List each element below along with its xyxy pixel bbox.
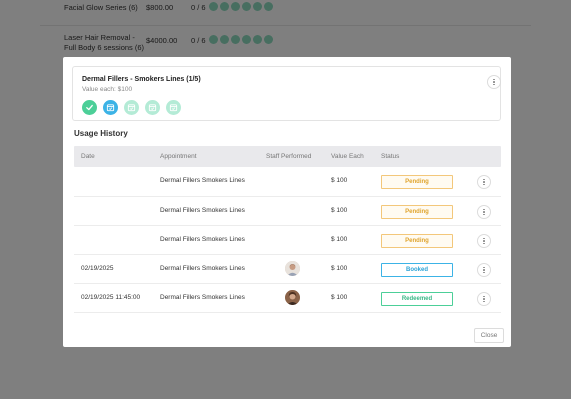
calendar-icon bbox=[103, 100, 118, 115]
table-header: Date Appointment Staff Performed Value E… bbox=[74, 146, 501, 167]
table-row: 02/19/2025 Dermal Fillers Smokers Lines … bbox=[74, 255, 501, 284]
session-icons bbox=[82, 100, 181, 115]
more-vertical-icon bbox=[483, 178, 485, 186]
row-appointment: Dermal Fillers Smokers Lines bbox=[160, 265, 245, 272]
column-header-status: Status bbox=[381, 153, 400, 160]
row-date: 02/19/2025 bbox=[81, 265, 114, 272]
table-row: Dermal Fillers Smokers Lines $ 100 Pendi… bbox=[74, 226, 501, 255]
row-more-button[interactable] bbox=[477, 263, 491, 277]
check-icon bbox=[82, 100, 97, 115]
column-header-value: Value Each bbox=[331, 153, 364, 160]
staff-avatar bbox=[285, 290, 300, 305]
package-value-each: Value each: $100 bbox=[82, 86, 133, 93]
more-vertical-icon bbox=[483, 208, 485, 216]
status-badge: Pending bbox=[381, 205, 453, 219]
package-card: Dermal Fillers - Smokers Lines (1/5) Val… bbox=[72, 66, 501, 121]
row-appointment: Dermal Fillers Smokers Lines bbox=[160, 236, 245, 243]
table-row: 02/19/2025 11:45:00 Dermal Fillers Smoke… bbox=[74, 284, 501, 313]
column-header-date: Date bbox=[81, 153, 95, 160]
calendar-icon bbox=[145, 100, 160, 115]
package-usage-modal: Dermal Fillers - Smokers Lines (1/5) Val… bbox=[63, 57, 511, 347]
usage-history-title: Usage History bbox=[74, 129, 128, 138]
calendar-icon bbox=[166, 100, 181, 115]
package-title: Dermal Fillers - Smokers Lines (1/5) bbox=[82, 76, 201, 83]
row-more-button[interactable] bbox=[477, 175, 491, 189]
more-vertical-icon bbox=[483, 266, 485, 274]
staff-avatar bbox=[285, 261, 300, 276]
row-value: $ 100 bbox=[331, 236, 348, 243]
more-vertical-icon bbox=[483, 237, 485, 245]
row-more-button[interactable] bbox=[477, 205, 491, 219]
more-vertical-icon bbox=[493, 78, 495, 86]
status-badge: Pending bbox=[381, 234, 453, 248]
row-more-button[interactable] bbox=[477, 234, 491, 248]
row-value: $ 100 bbox=[331, 177, 348, 184]
column-header-staff: Staff Performed bbox=[266, 153, 312, 160]
row-more-button[interactable] bbox=[477, 292, 491, 306]
row-value: $ 100 bbox=[331, 207, 348, 214]
status-badge: Redeemed bbox=[381, 292, 453, 306]
more-vertical-icon bbox=[483, 295, 485, 303]
status-badge: Booked bbox=[381, 263, 453, 277]
column-header-appointment: Appointment bbox=[160, 153, 197, 160]
table-row: Dermal Fillers Smokers Lines $ 100 Pendi… bbox=[74, 167, 501, 197]
calendar-icon bbox=[124, 100, 139, 115]
package-more-button[interactable] bbox=[487, 75, 501, 89]
row-date: 02/19/2025 11:45:00 bbox=[81, 294, 141, 301]
row-appointment: Dermal Fillers Smokers Lines bbox=[160, 177, 245, 184]
close-button[interactable]: Close bbox=[474, 328, 504, 343]
status-badge: Pending bbox=[381, 175, 453, 189]
row-value: $ 100 bbox=[331, 294, 348, 301]
row-value: $ 100 bbox=[331, 265, 348, 272]
usage-history-table: Date Appointment Staff Performed Value E… bbox=[74, 146, 501, 313]
table-row: Dermal Fillers Smokers Lines $ 100 Pendi… bbox=[74, 197, 501, 226]
row-appointment: Dermal Fillers Smokers Lines bbox=[160, 207, 245, 214]
row-appointment: Dermal Fillers Smokers Lines bbox=[160, 294, 245, 301]
